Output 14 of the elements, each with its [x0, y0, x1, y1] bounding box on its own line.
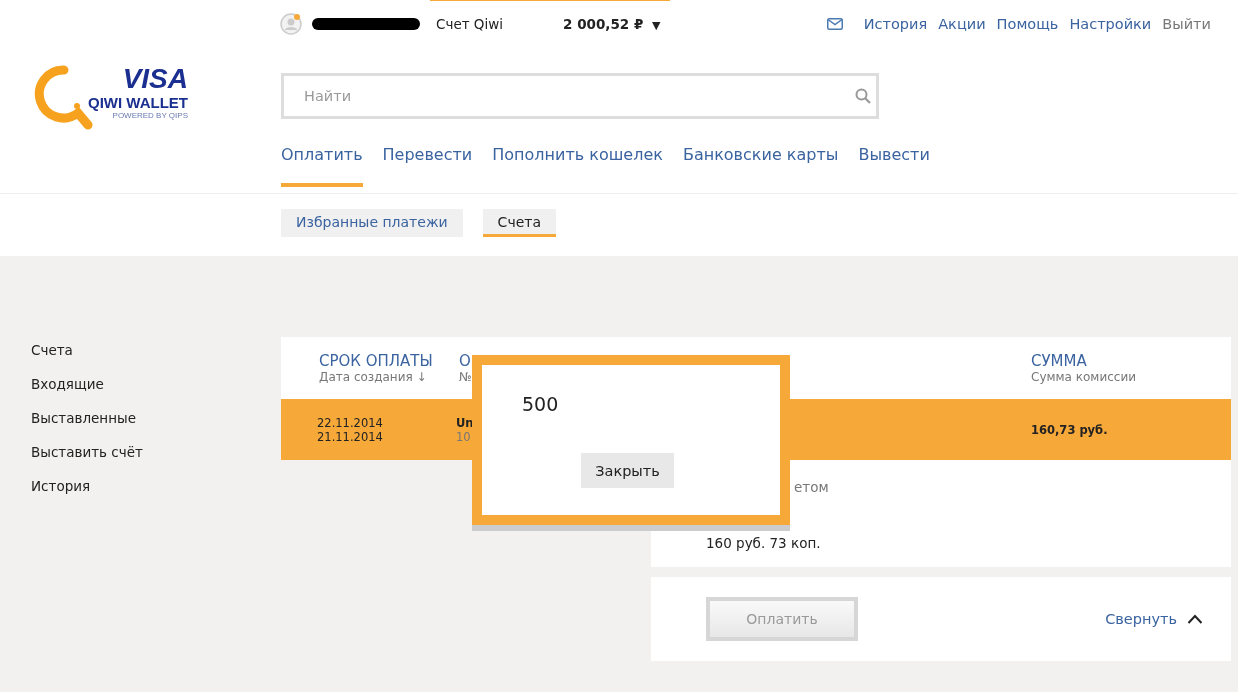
- logo-tagline: POWERED BY QIPS: [112, 111, 188, 120]
- account-label: Счет Qiwi: [436, 16, 504, 32]
- modal-text: 500: [522, 393, 560, 415]
- detail-value: 160 руб. 73 коп.: [706, 535, 821, 551]
- amount: 160,73 руб.: [1031, 422, 1109, 437]
- table-cell: 10: [456, 429, 468, 444]
- column-subheader: №: [459, 370, 471, 384]
- created-date: 21.11.2014: [317, 429, 384, 444]
- logo-name: QIWI WALLET: [88, 94, 188, 111]
- column-subheader: Сумма комиссии: [1031, 370, 1137, 384]
- detail-label: етом: [794, 479, 829, 495]
- logo-brand: VISA: [122, 64, 188, 94]
- due-date: 22.11.2014: [317, 415, 384, 430]
- column-subheader: Дата создания ↓: [319, 370, 428, 384]
